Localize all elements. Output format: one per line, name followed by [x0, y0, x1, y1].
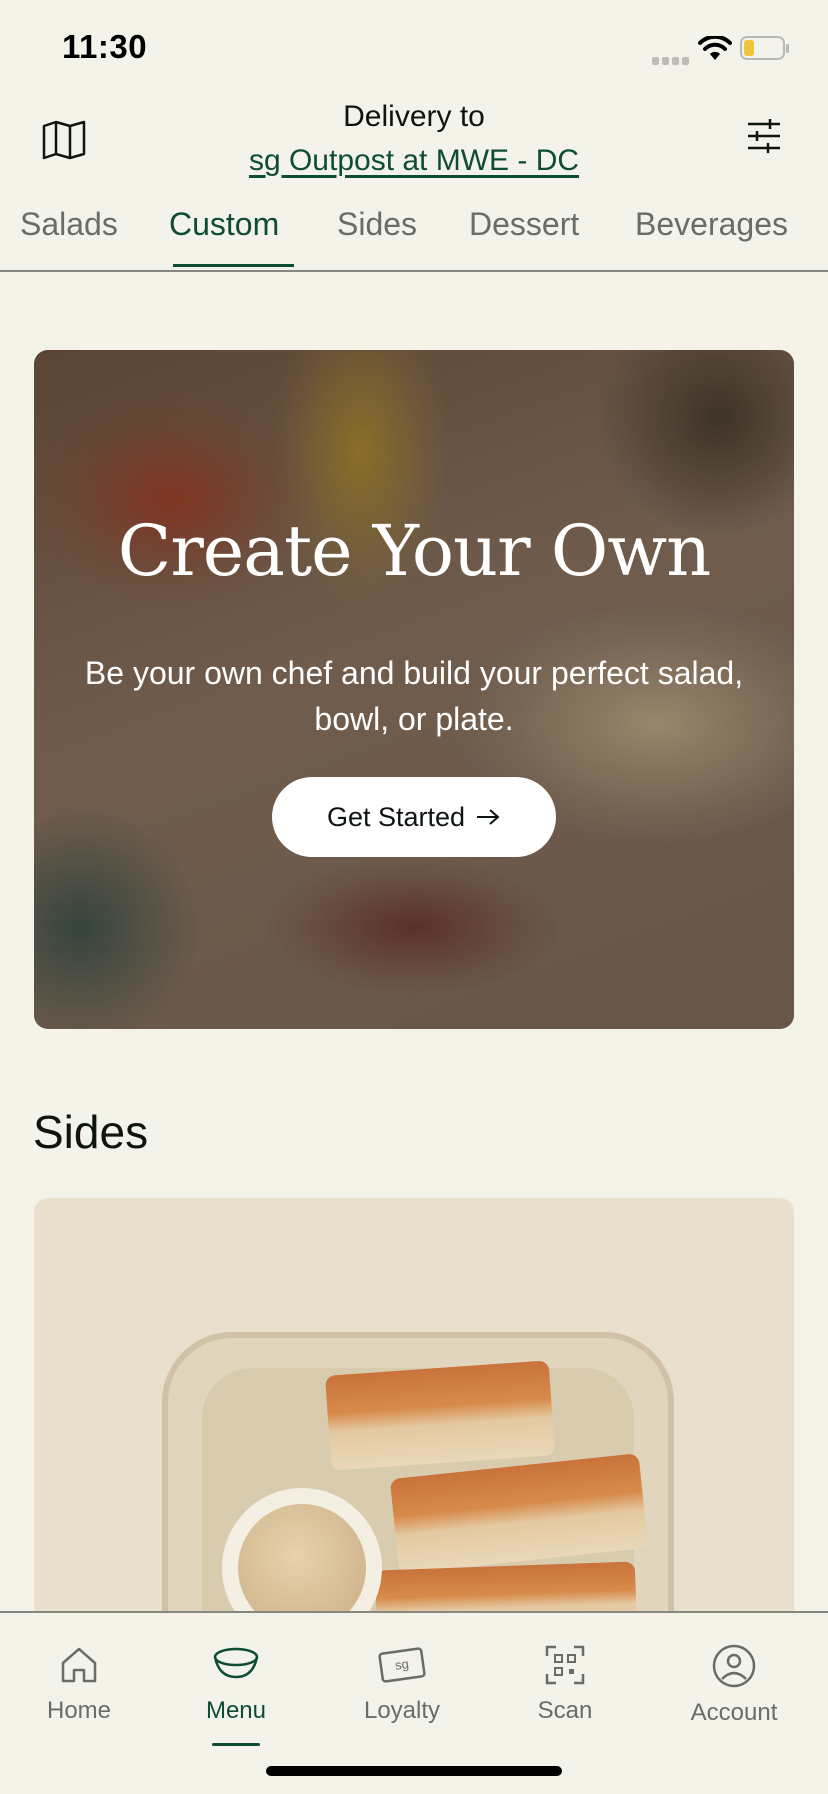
sides-section-title: Sides	[33, 1106, 149, 1158]
nav-scan-label: Scan	[537, 1697, 593, 1724]
status-bar: 11:30	[0, 0, 828, 90]
bowl-icon	[213, 1647, 259, 1679]
get-started-button[interactable]: Get Started	[272, 777, 556, 857]
nav-menu-label: Menu	[205, 1697, 267, 1724]
status-time: 11:30	[62, 28, 148, 65]
wifi-icon	[698, 36, 732, 60]
delivery-label: Delivery to	[343, 100, 485, 133]
nav-scan[interactable]: Scan	[495, 1643, 635, 1725]
arrow-right-icon	[477, 809, 500, 825]
nav-loyalty-label: Loyalty	[363, 1697, 441, 1724]
nav-home-label: Home	[46, 1697, 112, 1724]
bread-slice-image	[374, 1561, 638, 1618]
tab-beverages[interactable]: Beverages	[635, 206, 788, 243]
location-link[interactable]: sg Outpost at MWE - DC	[0, 144, 828, 178]
nav-loyalty[interactable]: sg Loyalty	[332, 1643, 472, 1725]
sg-card-icon: sg	[378, 1647, 426, 1683]
user-icon	[712, 1644, 756, 1688]
side-item-card[interactable]	[34, 1198, 794, 1618]
bread-slice-image	[324, 1360, 556, 1471]
active-tab-indicator	[173, 264, 294, 267]
svg-text:sg: sg	[394, 1656, 410, 1673]
tab-sides[interactable]: Sides	[337, 206, 417, 243]
qr-scan-icon	[545, 1645, 585, 1685]
header: Delivery to sg Outpost at MWE - DC	[0, 90, 828, 190]
hero-subtitle: Be your own chef and build your perfect …	[84, 655, 744, 737]
category-tabs: Salads Custom Sides Dessert Beverages	[0, 200, 828, 272]
nav-account-label: Account	[690, 1699, 778, 1726]
active-nav-indicator	[212, 1743, 260, 1746]
create-your-own-card[interactable]: Create Your Own Be your own chef and bui…	[34, 350, 794, 1029]
tab-salads[interactable]: Salads	[20, 206, 118, 243]
home-indicator[interactable]	[266, 1766, 562, 1776]
tab-dessert[interactable]: Dessert	[469, 206, 579, 243]
nav-home[interactable]: Home	[9, 1643, 149, 1725]
filter-icon[interactable]	[744, 116, 784, 156]
cellular-signal-icon	[652, 52, 692, 65]
nav-menu[interactable]: Menu	[166, 1643, 306, 1725]
hero-title: Create Your Own	[117, 510, 711, 592]
nav-account[interactable]: Account	[664, 1643, 804, 1727]
get-started-label: Get Started	[326, 801, 466, 832]
home-icon	[61, 1647, 97, 1683]
tab-custom[interactable]: Custom	[169, 206, 279, 243]
battery-icon	[740, 36, 789, 60]
